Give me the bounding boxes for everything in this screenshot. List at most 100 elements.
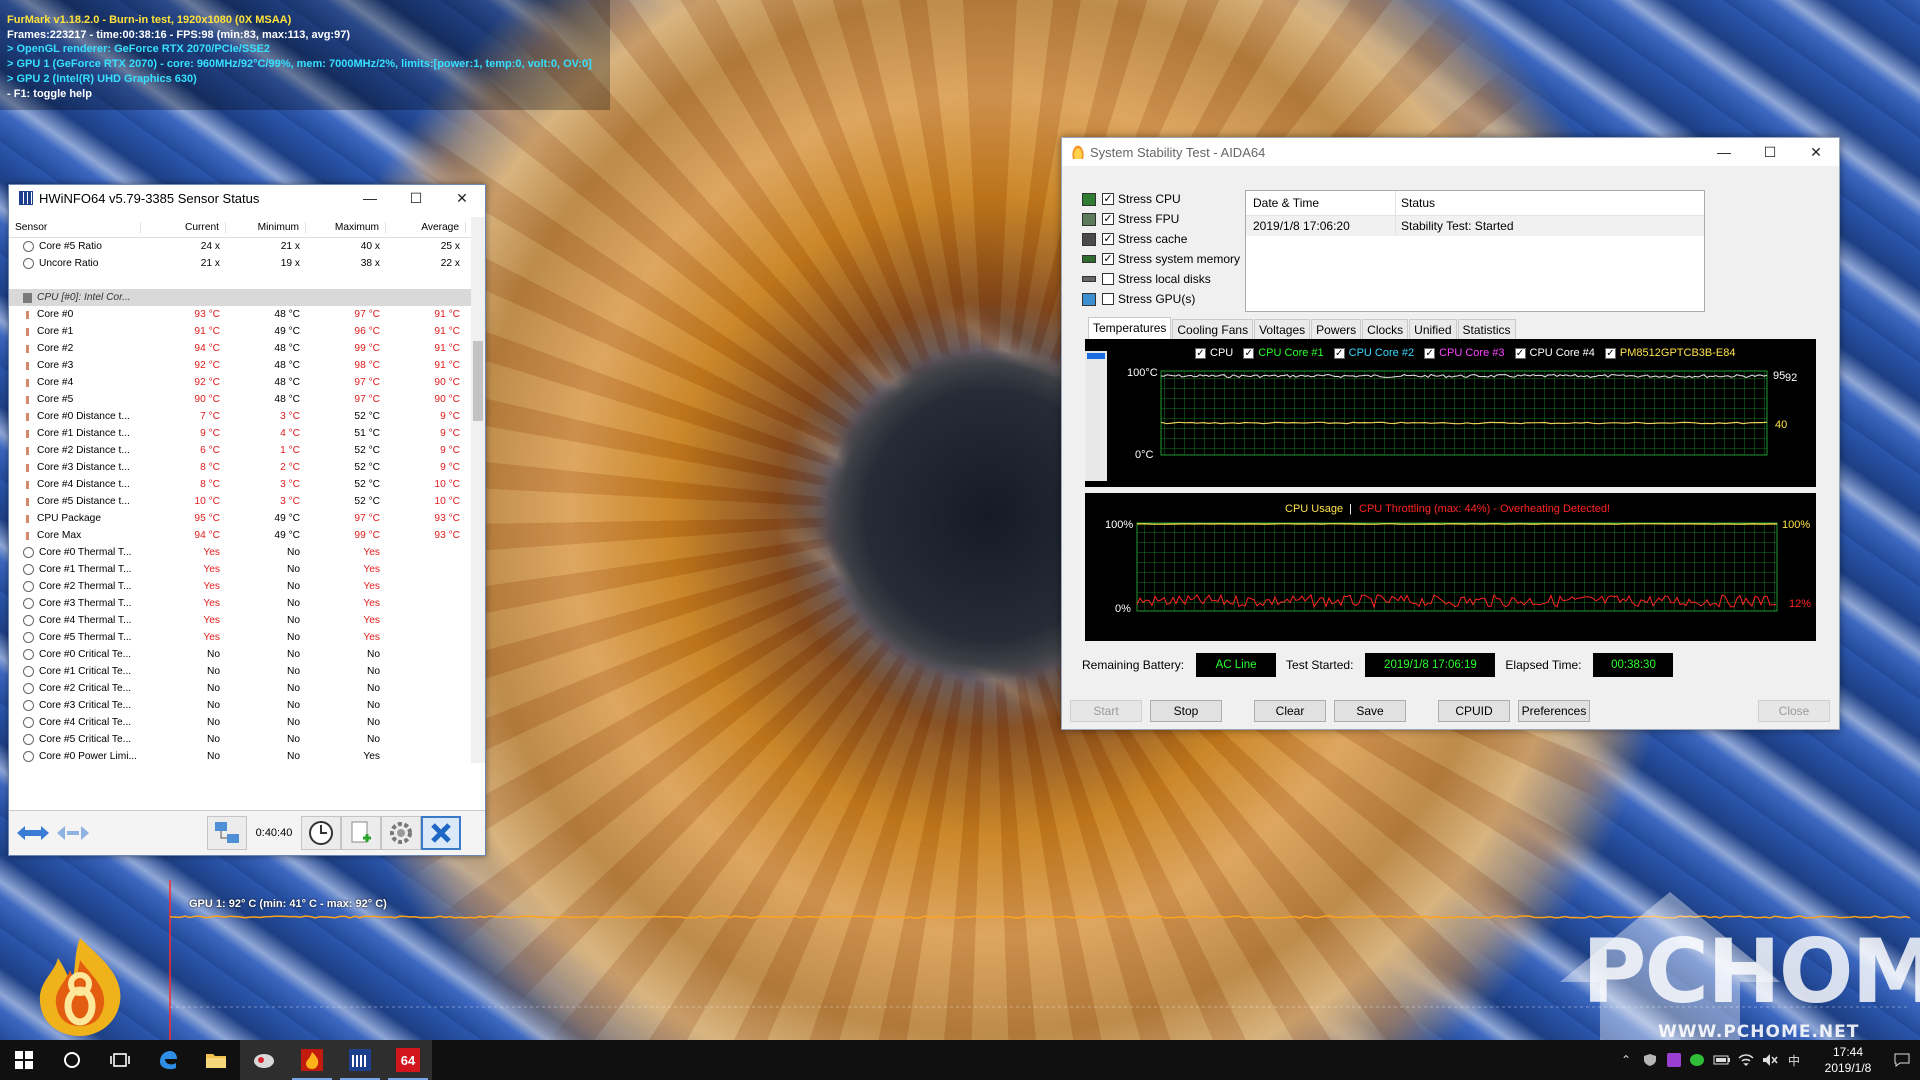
table-row[interactable] (9, 272, 471, 289)
aida-close-button[interactable]: ✕ (1793, 144, 1839, 161)
log-header-datetime[interactable]: Date & Time (1246, 191, 1396, 215)
aida-maximize-button[interactable]: ☐ (1747, 144, 1793, 161)
tray-network-icon[interactable] (1734, 1040, 1758, 1080)
stop-button[interactable]: Stop (1150, 700, 1222, 722)
stress-disks-option[interactable]: Stress local disks (1082, 269, 1240, 289)
taskbar-file-explorer[interactable] (192, 1040, 240, 1080)
table-row[interactable]: Core #3 Thermal T... Yes No Yes (9, 595, 471, 612)
tray-chevron-icon[interactable]: ⌃ (1614, 1040, 1638, 1080)
minimize-button[interactable]: — (347, 190, 393, 206)
table-row[interactable]: Core #2 Critical Te... No No No (9, 680, 471, 697)
table-row[interactable]: Core #4 Thermal T... Yes No Yes (9, 612, 471, 629)
column-header-average[interactable]: Average (386, 221, 466, 233)
search-button[interactable] (48, 1040, 96, 1080)
tab-temperatures[interactable]: Temperatures (1088, 317, 1172, 340)
table-row[interactable]: Core #5 Thermal T... Yes No Yes (9, 629, 471, 646)
column-header-sensor[interactable]: Sensor (9, 221, 141, 233)
table-row[interactable]: Core #0 Thermal T... Yes No Yes (9, 544, 471, 561)
stress-memory-option[interactable]: ✓ Stress system memory (1082, 249, 1240, 269)
taskbar-aida64[interactable]: 64 (384, 1040, 432, 1080)
table-row[interactable]: Core #5 90 °C 48 °C 97 °C 90 °C (9, 391, 471, 408)
hwinfo-titlebar[interactable]: HWiNFO64 v5.79-3385 Sensor Status — ☐ ✕ (9, 185, 485, 211)
table-row[interactable]: Core #2 Distance t... 6 °C 1 °C 52 °C 9 °C (9, 442, 471, 459)
table-row[interactable]: CPU Package 95 °C 49 °C 97 °C 93 °C (9, 510, 471, 527)
table-row[interactable]: Core #0 Power Limi... No No Yes (9, 748, 471, 763)
preferences-button[interactable]: Preferences (1518, 700, 1590, 722)
tab-unified[interactable]: Unified (1409, 319, 1457, 340)
table-row[interactable]: Core #4 Distance t... 8 °C 3 °C 52 °C 10 °C (9, 476, 471, 493)
stress-disks-checkbox[interactable] (1102, 273, 1114, 285)
table-row[interactable]: Core #4 92 °C 48 °C 97 °C 90 °C (9, 374, 471, 391)
tray-security-icon[interactable] (1638, 1040, 1662, 1080)
table-row[interactable]: Core #3 Critical Te... No No No (9, 697, 471, 714)
column-header-current[interactable]: Current (141, 221, 226, 233)
stress-memory-checkbox[interactable]: ✓ (1102, 253, 1114, 265)
tray-volume-icon[interactable] (1758, 1040, 1782, 1080)
tray-ime[interactable]: 中 (1782, 1040, 1806, 1080)
taskbar-hwinfo[interactable] (336, 1040, 384, 1080)
tab-statistics[interactable]: Statistics (1457, 319, 1516, 340)
tab-voltages[interactable]: Voltages (1254, 319, 1311, 340)
taskbar-clock[interactable]: 17:44 2019/1/8 (1806, 1044, 1890, 1076)
table-row[interactable]: Core #5 Ratio 24 x 21 x 40 x 25 x (9, 238, 471, 255)
stress-gpu-option[interactable]: Stress GPU(s) (1082, 289, 1240, 309)
notification-center-icon[interactable] (1890, 1040, 1914, 1080)
column-header-maximum[interactable]: Maximum (306, 221, 386, 233)
tab-clocks[interactable]: Clocks (1362, 319, 1409, 340)
aida64-titlebar[interactable]: System Stability Test - AIDA64 — ☐ ✕ (1062, 138, 1839, 166)
log-header-status[interactable]: Status (1396, 196, 1704, 210)
taskbar-gpu-app[interactable] (240, 1040, 288, 1080)
table-row[interactable]: Core #1 Distance t... 9 °C 4 °C 51 °C 9 °C (9, 425, 471, 442)
nav-back-forward-button[interactable] (13, 816, 53, 850)
maximize-button[interactable]: ☐ (393, 190, 439, 207)
table-row[interactable]: Core #0 93 °C 48 °C 97 °C 91 °C (9, 306, 471, 323)
log-row[interactable]: 2019/1/8 17:06:20 Stability Test: Starte… (1246, 216, 1704, 236)
taskbar-edge[interactable] (144, 1040, 192, 1080)
table-row[interactable]: Core #3 Distance t... 8 °C 2 °C 52 °C 9 °C (9, 459, 471, 476)
table-row[interactable]: Core #4 Critical Te... No No No (9, 714, 471, 731)
tab-powers[interactable]: Powers (1311, 319, 1362, 340)
tray-battery-icon[interactable] (1710, 1040, 1734, 1080)
close-dialog-button[interactable]: Close (1758, 700, 1830, 722)
cpuid-button[interactable]: CPUID (1438, 700, 1510, 722)
start-button-windows[interactable] (0, 1040, 48, 1080)
logging-button[interactable] (341, 816, 381, 850)
table-row[interactable]: Core #5 Distance t... 10 °C 3 °C 52 °C 10 °C (9, 493, 471, 510)
table-row[interactable]: Core #5 Critical Te... No No No (9, 731, 471, 748)
table-row[interactable]: Core Max 94 °C 49 °C 99 °C 93 °C (9, 527, 471, 544)
stress-gpu-checkbox[interactable] (1102, 293, 1114, 305)
sensor-group-header[interactable]: CPU [#0]: Intel Cor... (9, 289, 471, 306)
stress-cpu-option[interactable]: ✓ Stress CPU (1082, 189, 1240, 209)
table-row[interactable]: Core #3 92 °C 48 °C 98 °C 91 °C (9, 357, 471, 374)
table-row[interactable]: Core #1 Critical Te... No No No (9, 663, 471, 680)
tab-cooling-fans[interactable]: Cooling Fans (1172, 319, 1254, 340)
table-row[interactable]: Core #0 Critical Te... No No No (9, 646, 471, 663)
network-button[interactable] (207, 816, 247, 850)
table-row[interactable]: Core #1 91 °C 49 °C 96 °C 91 °C (9, 323, 471, 340)
settings-button[interactable] (381, 816, 421, 850)
start-button[interactable]: Start (1070, 700, 1142, 722)
table-row[interactable]: Core #2 Thermal T... Yes No Yes (9, 578, 471, 595)
clear-button[interactable]: Clear (1254, 700, 1326, 722)
stress-fpu-checkbox[interactable]: ✓ (1102, 213, 1114, 225)
table-row[interactable]: Core #2 94 °C 48 °C 99 °C 91 °C (9, 340, 471, 357)
stress-fpu-option[interactable]: ✓ Stress FPU (1082, 209, 1240, 229)
table-row[interactable]: Core #1 Thermal T... Yes No Yes (9, 561, 471, 578)
table-row[interactable]: Core #0 Distance t... 7 °C 3 °C 52 °C 9 °C (9, 408, 471, 425)
stress-cache-checkbox[interactable]: ✓ (1102, 233, 1114, 245)
nav-collapse-button[interactable] (53, 816, 93, 850)
hwinfo-close-sensors-button[interactable] (421, 816, 461, 850)
close-button[interactable]: ✕ (439, 190, 485, 207)
tray-app-icon[interactable] (1662, 1040, 1686, 1080)
aida-minimize-button[interactable]: — (1701, 144, 1747, 160)
column-header-minimum[interactable]: Minimum (226, 221, 306, 233)
stress-cpu-checkbox[interactable]: ✓ (1102, 193, 1114, 205)
sensor-scrollbar[interactable] (471, 217, 485, 763)
task-view-button[interactable] (96, 1040, 144, 1080)
stress-cache-option[interactable]: ✓ Stress cache (1082, 229, 1240, 249)
save-button[interactable]: Save (1334, 700, 1406, 722)
sensor-scrollbar-thumb[interactable] (473, 341, 483, 421)
taskbar-furmark[interactable] (288, 1040, 336, 1080)
table-row[interactable]: Uncore Ratio 21 x 19 x 38 x 22 x (9, 255, 471, 272)
clock-button[interactable] (301, 816, 341, 850)
